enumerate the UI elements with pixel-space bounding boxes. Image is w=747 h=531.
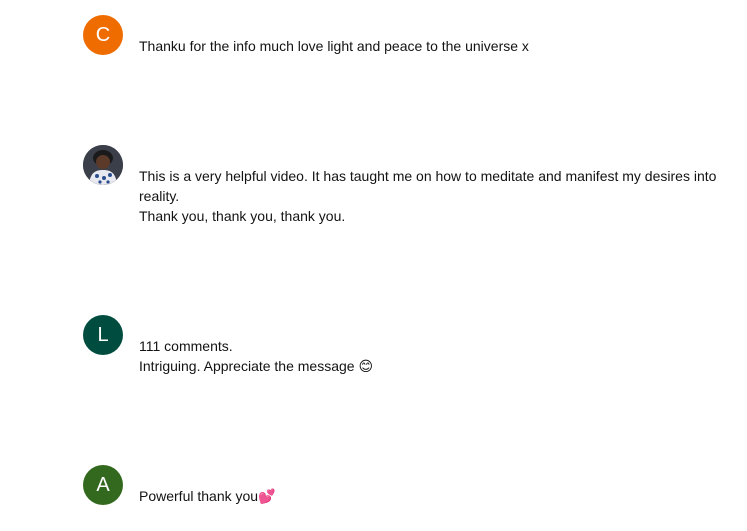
comment-line: 111 comments. <box>139 338 233 354</box>
comment-text: Thanku for the info much love light and … <box>139 36 729 56</box>
comment-text: 111 comments. Intriguing. Appreciate the… <box>139 336 729 376</box>
avatar[interactable]: L <box>83 315 123 355</box>
comment-text: This is a very helpful video. It has tau… <box>139 166 729 226</box>
avatar[interactable] <box>83 145 123 185</box>
avatar[interactable]: A <box>83 465 123 505</box>
comment-line: Thanku for the info much love light and … <box>139 38 529 54</box>
user-photo-icon <box>83 145 123 185</box>
comment-line: Powerful thank you💕 <box>139 488 276 504</box>
comment-line: This is a very helpful video. It has tau… <box>139 168 717 204</box>
avatar-letter: A <box>96 474 110 496</box>
avatar-letter: C <box>95 24 111 46</box>
comment-line: Intriguing. Appreciate the message 😊 <box>139 358 374 374</box>
avatar[interactable]: C <box>83 15 123 55</box>
avatar-letter: L <box>97 324 109 346</box>
comment-text: Powerful thank you💕 <box>139 486 729 506</box>
comment-line: Thank you, thank you, thank you. <box>139 208 346 224</box>
